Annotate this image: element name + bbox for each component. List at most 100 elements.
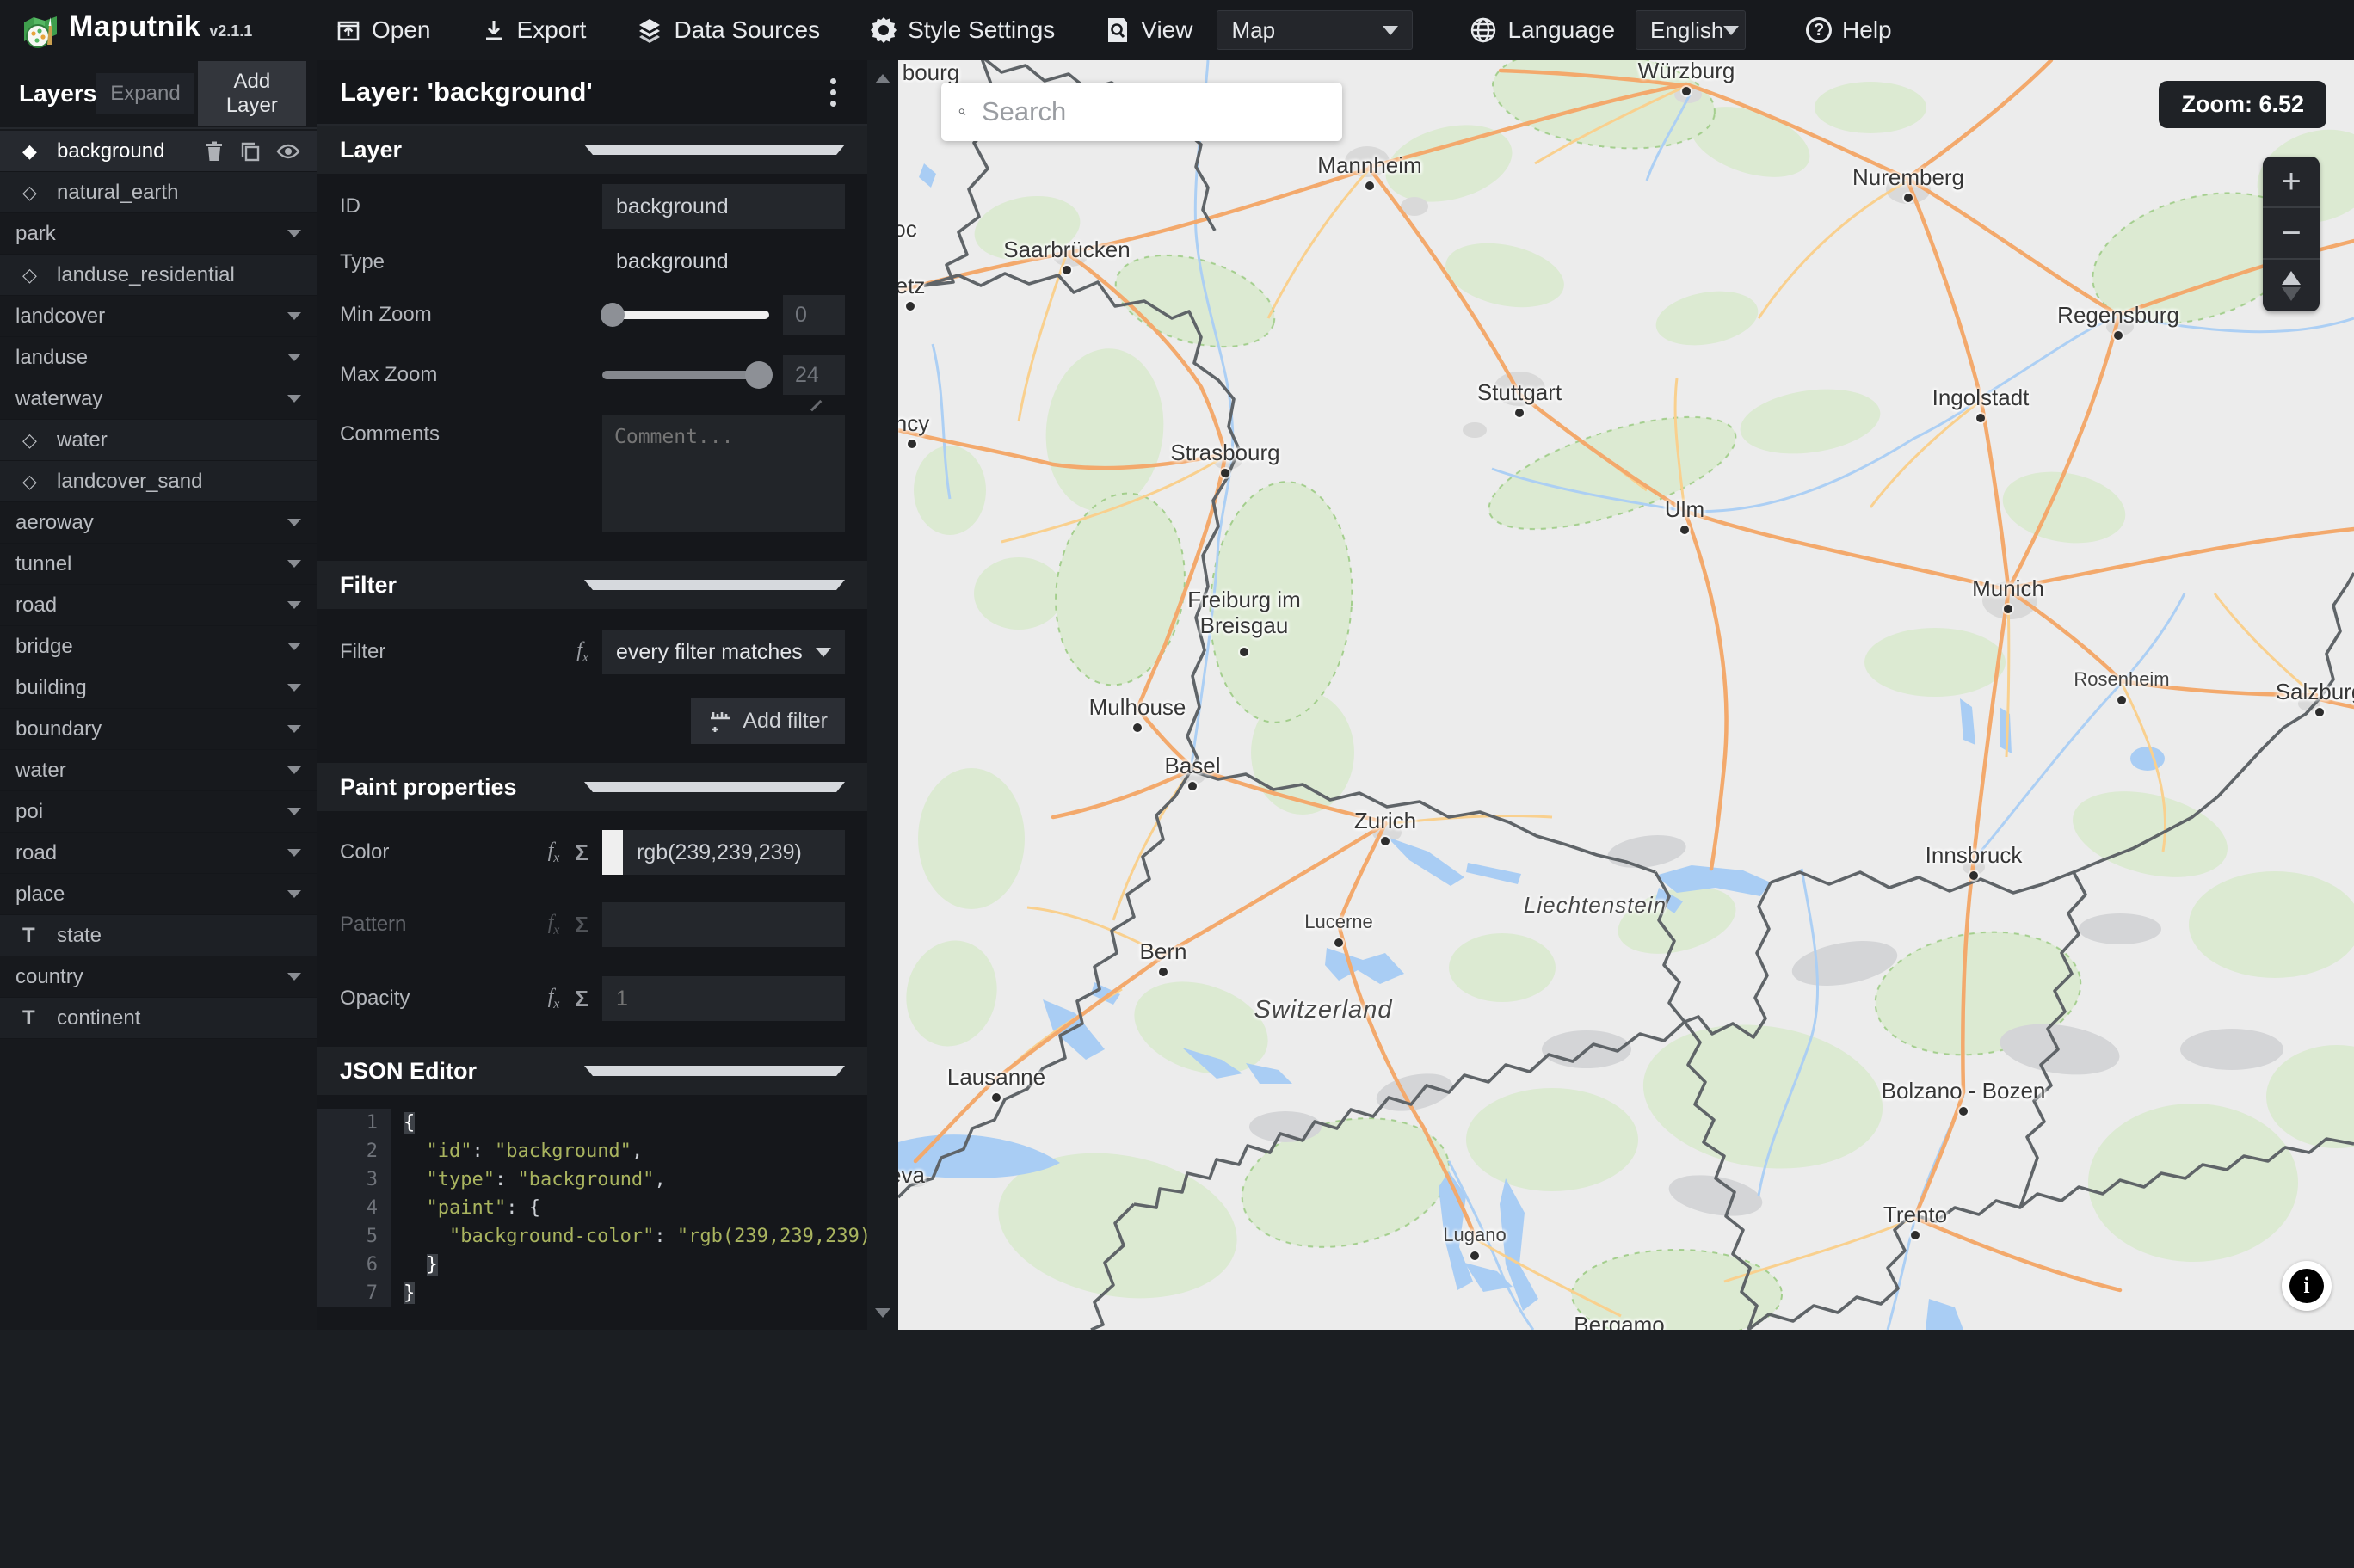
fx-icon[interactable]: fx bbox=[548, 839, 560, 866]
layer-list-item-park[interactable]: park bbox=[0, 213, 317, 255]
layer-list-item-landuse_residential[interactable]: ◇ landuse_residential bbox=[0, 255, 317, 296]
json-line-number: 4 bbox=[317, 1194, 391, 1222]
layer-menu-button[interactable] bbox=[822, 73, 845, 112]
scroll-up-icon[interactable] bbox=[875, 74, 890, 83]
collapse-group-icon[interactable] bbox=[287, 312, 301, 320]
data-sources-button[interactable]: Data Sources bbox=[636, 16, 820, 44]
layer-list-item-aeroway[interactable]: aeroway bbox=[0, 502, 317, 544]
sigma-icon[interactable]: Σ bbox=[575, 839, 588, 866]
layer-list-item-road[interactable]: road bbox=[0, 585, 317, 626]
city-dot bbox=[1470, 1251, 1479, 1260]
layer-list-item-landcover_sand[interactable]: ◇ landcover_sand bbox=[0, 461, 317, 502]
id-input[interactable] bbox=[602, 184, 845, 229]
collapse-group-icon[interactable] bbox=[287, 890, 301, 898]
section-json-editor[interactable]: JSON Editor bbox=[317, 1047, 867, 1095]
layer-list-item-poi[interactable]: poi bbox=[0, 791, 317, 833]
open-button[interactable]: Open bbox=[336, 16, 431, 44]
layer-list-item-state[interactable]: Tstate bbox=[0, 915, 317, 956]
scroll-down-icon[interactable] bbox=[875, 1308, 890, 1318]
view-button[interactable]: View bbox=[1105, 16, 1192, 44]
fx-icon[interactable]: fx bbox=[576, 639, 588, 666]
collapse-group-icon[interactable] bbox=[287, 230, 301, 237]
expand-button[interactable]: Expand bbox=[96, 73, 194, 114]
collapse-group-icon[interactable] bbox=[287, 354, 301, 361]
collapse-group-icon[interactable] bbox=[287, 643, 301, 650]
data-sources-icon bbox=[639, 19, 661, 43]
section-layer[interactable]: Layer bbox=[317, 126, 867, 174]
sigma-icon[interactable]: Σ bbox=[575, 912, 588, 938]
collapse-group-icon[interactable] bbox=[287, 725, 301, 733]
fx-icon[interactable]: fx bbox=[548, 986, 560, 1012]
collapse-group-icon[interactable] bbox=[287, 560, 301, 568]
city-dot bbox=[1365, 181, 1374, 190]
collapse-group-icon[interactable] bbox=[287, 601, 301, 609]
layer-list-item-continent[interactable]: Tcontinent bbox=[0, 998, 317, 1039]
layer-list-item-background[interactable]: ◆ background bbox=[0, 131, 317, 172]
compass-button[interactable] bbox=[2263, 260, 2320, 311]
chevron-down-icon bbox=[583, 580, 845, 590]
layer-list-item-water[interactable]: ◇ water bbox=[0, 420, 317, 461]
export-button[interactable]: Export bbox=[481, 16, 586, 44]
layer-list-item-building[interactable]: building bbox=[0, 667, 317, 709]
section-paint[interactable]: Paint properties bbox=[317, 763, 867, 811]
help-button[interactable]: ? Help bbox=[1806, 16, 1892, 44]
layer-list-item-place[interactable]: place bbox=[0, 874, 317, 915]
sigma-icon[interactable]: Σ bbox=[575, 986, 588, 1012]
collapse-group-icon[interactable] bbox=[287, 849, 301, 857]
filter-combinator-select[interactable]: every filter matches bbox=[602, 630, 845, 674]
field-id: ID bbox=[317, 174, 867, 239]
style-settings-button[interactable]: Style Settings bbox=[870, 16, 1055, 44]
collapse-group-icon[interactable] bbox=[287, 973, 301, 981]
language-button[interactable]: Language bbox=[1470, 16, 1615, 44]
map-info-button[interactable]: i bbox=[2282, 1261, 2332, 1311]
collapse-group-icon[interactable] bbox=[287, 395, 301, 403]
add-layer-button[interactable]: Add Layer bbox=[197, 61, 306, 126]
opacity-input[interactable] bbox=[602, 976, 845, 1021]
max-zoom-slider[interactable] bbox=[602, 361, 773, 389]
language-select[interactable]: English bbox=[1636, 10, 1747, 50]
toggle-visibility-icon[interactable] bbox=[275, 140, 301, 163]
json-code-line: "id": "background", bbox=[426, 1141, 644, 1162]
layer-list: ◆ background ◇ natural_earth park ◇ landuse_re… bbox=[0, 131, 317, 1330]
color-swatch[interactable] bbox=[602, 830, 628, 875]
json-line-number: 6 bbox=[317, 1251, 391, 1279]
collapse-group-icon[interactable] bbox=[287, 808, 301, 815]
min-zoom-value[interactable]: 0 bbox=[783, 295, 845, 335]
add-filter-button[interactable]: Add filter bbox=[691, 698, 845, 744]
collapse-group-icon[interactable] bbox=[287, 766, 301, 774]
layer-list-item-waterway[interactable]: waterway bbox=[0, 378, 317, 420]
layer-label: building bbox=[15, 675, 87, 699]
city-dot bbox=[1911, 1231, 1920, 1239]
layer-list-item-natural_earth[interactable]: ◇ natural_earth bbox=[0, 172, 317, 213]
section-filter[interactable]: Filter bbox=[317, 561, 867, 609]
layer-list-item-tunnel[interactable]: tunnel bbox=[0, 544, 317, 585]
pattern-input[interactable] bbox=[602, 902, 845, 947]
map-canvas[interactable]: bourg oc Würzburg Mannheim Nuremberg Saarbrüc… bbox=[898, 60, 2354, 1330]
layer-list-item-landcover[interactable]: landcover bbox=[0, 296, 317, 337]
open-icon bbox=[337, 21, 360, 41]
info-icon: i bbox=[2289, 1269, 2324, 1303]
comments-textarea[interactable] bbox=[602, 415, 845, 532]
duplicate-layer-icon[interactable] bbox=[239, 140, 262, 163]
editor-scrollbar[interactable] bbox=[867, 60, 898, 1330]
layer-list-item-water[interactable]: water bbox=[0, 750, 317, 791]
view-mode-select[interactable]: Map bbox=[1217, 10, 1414, 50]
min-zoom-slider[interactable] bbox=[600, 303, 769, 327]
layer-list-item-landuse[interactable]: landuse bbox=[0, 337, 317, 378]
max-zoom-value[interactable]: 24 bbox=[783, 355, 845, 395]
zoom-in-button[interactable]: + bbox=[2263, 157, 2320, 208]
zoom-out-button[interactable]: − bbox=[2263, 208, 2320, 260]
map-search-bar[interactable] bbox=[941, 83, 1342, 141]
fx-icon[interactable]: fx bbox=[548, 912, 560, 938]
json-editor[interactable]: 1 {2 "id": "background", 3 "type": "backgr… bbox=[317, 1109, 882, 1307]
layer-list-item-country[interactable]: country bbox=[0, 956, 317, 998]
delete-layer-icon[interactable] bbox=[203, 140, 225, 163]
layer-list-item-road[interactable]: road bbox=[0, 833, 317, 874]
search-input[interactable] bbox=[982, 96, 1325, 127]
color-input[interactable]: rgb(239,239,239) bbox=[602, 830, 845, 875]
layer-list-item-boundary[interactable]: boundary bbox=[0, 709, 317, 750]
collapse-group-icon[interactable] bbox=[287, 684, 301, 692]
collapse-group-icon[interactable] bbox=[287, 519, 301, 526]
field-min-zoom: Min Zoom 0 bbox=[317, 285, 867, 345]
layer-list-item-bridge[interactable]: bridge bbox=[0, 626, 317, 667]
